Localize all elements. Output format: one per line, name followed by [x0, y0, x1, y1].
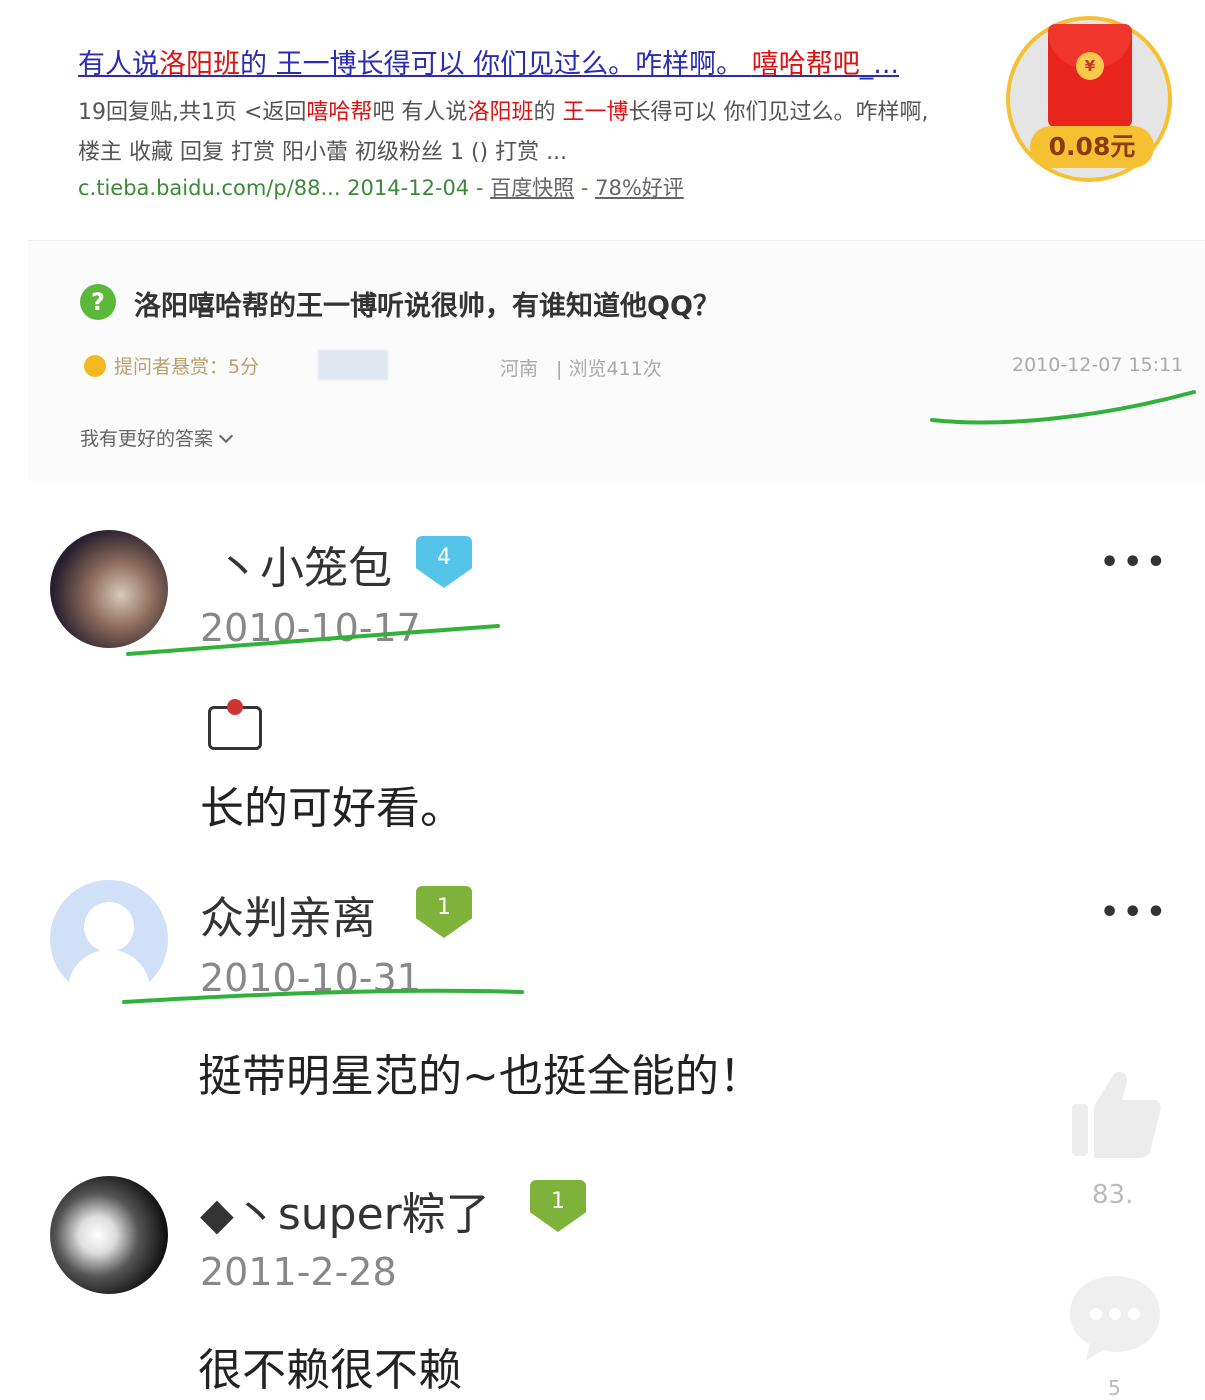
comment-date: 2011-2-28 [200, 1250, 397, 1294]
comment-count: 5 [1108, 1376, 1121, 1400]
level-badge: 1 [416, 886, 472, 938]
title-part: 的 王一博长得可以 你们见过么。咋样啊。 [240, 49, 752, 80]
summary-text: 长得可以 你们见过么。咋样啊, [628, 100, 929, 125]
level-badge: 4 [416, 536, 472, 588]
question-location: 河南 [500, 358, 539, 380]
summary-text: 的 [533, 100, 563, 125]
comment-username[interactable]: 丶小笼包 [216, 532, 392, 596]
question-mark-icon: ? [80, 284, 116, 320]
level-badge: 1 [530, 1180, 586, 1232]
search-result-summary-line1: 19回复贴,共1页 <返回嘻哈帮吧 有人说洛阳班的 王一博长得可以 你们见过么。… [78, 94, 928, 126]
question-reward: 提问者悬赏：5分 [114, 356, 260, 378]
annotation-underline [126, 624, 500, 656]
summary-highlight: 王一博 [562, 100, 629, 125]
annotation-underline [122, 988, 524, 1004]
search-result-title[interactable]: 有人说洛阳班的 王一博长得可以 你们见过么。咋样啊。 嘻哈帮吧_... [78, 42, 899, 81]
comment-bubble-icon[interactable] [1066, 1272, 1164, 1364]
comment-text: 很不赖很不赖 [198, 1345, 462, 1396]
question-title[interactable]: 洛阳嘻哈帮的王一博听说很帅，有谁知道他QQ？ [134, 284, 720, 323]
summary-text: 19回复贴,共1页 <返回 [78, 100, 307, 125]
question-views: | 浏览411次 [556, 358, 662, 380]
comment-text: 长的可好看。 [200, 783, 464, 834]
question-date: 2010-12-07 15:11 [1012, 354, 1184, 376]
summary-text: 吧 有人说 [372, 100, 468, 125]
more-options-icon[interactable]: ••• [1100, 895, 1170, 930]
summary-highlight: 洛阳班 [467, 100, 534, 125]
cache-link[interactable]: 百度快照 [490, 176, 574, 200]
title-part: 有人说 [78, 49, 159, 80]
sticker-icon [208, 699, 262, 750]
envelope-coin-icon: ¥ [1076, 52, 1104, 80]
comment-username[interactable]: ◆丶super粽了 [200, 1178, 490, 1242]
url-separator: - [469, 176, 491, 200]
comment-text: 挺带明星范的~也挺全能的！ [198, 1051, 763, 1102]
coin-icon [84, 355, 106, 377]
more-options-icon[interactable]: ••• [1100, 545, 1170, 580]
search-result-url: c.tieba.baidu.com/p/88... 2014-12-04 - 百… [78, 172, 684, 202]
avatar[interactable] [50, 880, 168, 998]
rating-link[interactable]: 78%好评 [595, 176, 684, 200]
title-part: _... [859, 49, 899, 80]
blurred-username [318, 350, 388, 380]
title-highlight: 洛阳班 [159, 49, 240, 80]
envelope-amount: 0.08元 [1030, 126, 1154, 168]
thumbs-up-icon[interactable] [1070, 1068, 1162, 1160]
like-count: 83. [1092, 1180, 1134, 1210]
summary-highlight: 嘻哈帮 [306, 100, 373, 125]
annotation-underline [930, 390, 1196, 425]
title-highlight: 嘻哈帮吧 [751, 49, 860, 80]
better-answer-dropdown[interactable]: 我有更好的答案 [80, 424, 231, 451]
result-url[interactable]: c.tieba.baidu.com/p/88... 2014-12-04 [78, 176, 469, 200]
comment-username[interactable]: 众判亲离 [200, 882, 376, 946]
url-separator: - [574, 176, 596, 200]
avatar[interactable] [50, 1176, 168, 1294]
search-result-summary-line2: 楼主 收藏 回复 打赏 阳小蕾 初级粉丝 1 () 打赏 ... [78, 140, 568, 165]
